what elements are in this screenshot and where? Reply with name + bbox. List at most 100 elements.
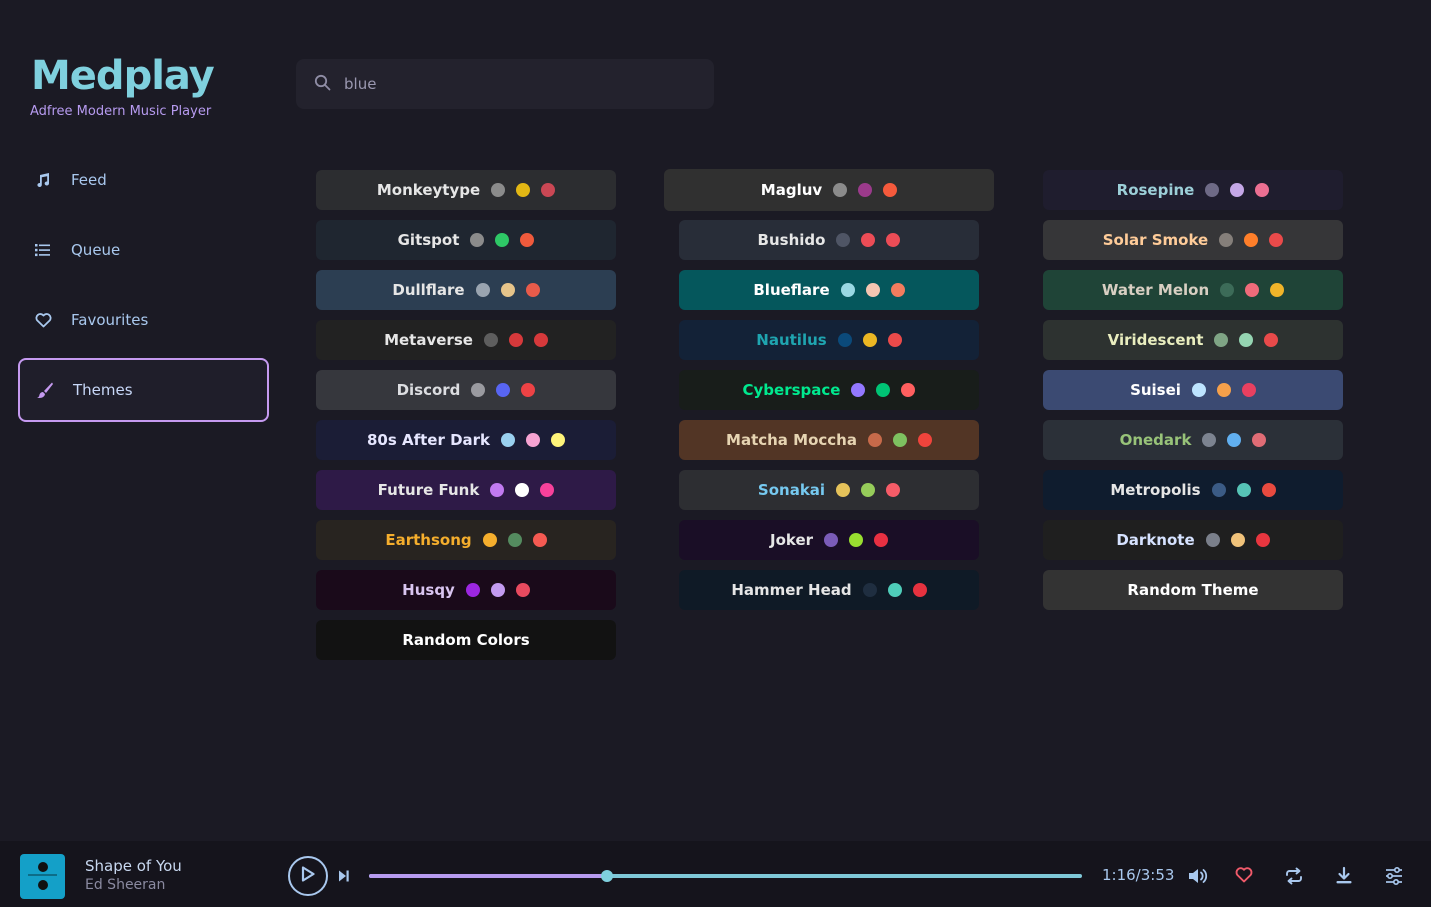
theme-label: Metropolis <box>1110 481 1201 499</box>
favourite-button[interactable] <box>1235 866 1253 888</box>
color-swatch <box>858 183 873 197</box>
sidebar-item-themes[interactable]: Themes <box>18 358 269 422</box>
sidebar-item-feed[interactable]: Feed <box>18 148 269 212</box>
theme-option[interactable]: Husqy <box>316 570 616 610</box>
theme-label: Discord <box>396 381 461 399</box>
theme-option[interactable]: Sonakai <box>679 470 979 510</box>
theme-option[interactable]: Nautilus <box>679 320 979 360</box>
theme-option[interactable]: Random Colors <box>316 620 616 660</box>
color-swatch <box>887 333 902 347</box>
color-swatch <box>1269 233 1284 247</box>
theme-option[interactable]: Metaverse <box>316 320 616 360</box>
album-cover[interactable] <box>20 854 65 899</box>
theme-option[interactable]: Darknote <box>1043 520 1343 560</box>
sidebar-item-favourites[interactable]: Favourites <box>18 288 269 352</box>
sidebar-item-label: Queue <box>71 241 121 259</box>
theme-label: Hammer Head <box>731 581 852 599</box>
song-artist: Ed Sheeran <box>85 877 166 893</box>
color-swatch <box>516 183 531 197</box>
theme-option[interactable]: Future Funk <box>316 470 616 510</box>
progress-handle[interactable] <box>601 870 614 882</box>
color-swatch <box>851 383 866 397</box>
color-swatch <box>861 483 876 497</box>
color-swatch <box>833 183 848 197</box>
theme-option[interactable]: Discord <box>316 370 616 410</box>
color-swatch <box>887 583 902 597</box>
color-swatch <box>824 533 839 547</box>
color-swatch <box>837 333 852 347</box>
theme-option[interactable]: Gitspot <box>316 220 616 260</box>
progress-slider[interactable] <box>369 870 1082 882</box>
theme-option[interactable]: Joker <box>679 520 979 560</box>
color-swatch <box>521 383 536 397</box>
color-swatch <box>890 283 905 297</box>
play-button[interactable] <box>288 856 328 896</box>
theme-option[interactable]: Matcha Moccha <box>679 420 979 460</box>
color-swatch <box>901 383 916 397</box>
color-swatch <box>912 583 927 597</box>
theme-option[interactable]: Onedark <box>1043 420 1343 460</box>
sidebar-item-label: Feed <box>71 171 107 189</box>
theme-column-2: Magluv Bushido Blueflare Nautilus Cyberspace… <box>664 169 994 620</box>
color-swatch <box>515 583 530 597</box>
theme-label: Rosepine <box>1116 181 1195 199</box>
color-swatch <box>836 483 851 497</box>
theme-option[interactable]: Random Theme <box>1043 570 1343 610</box>
theme-option[interactable]: Cyberspace <box>679 370 979 410</box>
theme-column-3: Rosepine Solar Smoke Water Melon Viridescen… <box>1043 170 1343 620</box>
color-swatch <box>551 433 566 447</box>
theme-option[interactable]: Blueflare <box>679 270 979 310</box>
song-title: Shape of You <box>85 857 182 875</box>
sidebar-item-queue[interactable]: Queue <box>18 218 269 282</box>
color-swatch <box>865 283 880 297</box>
theme-option[interactable]: Monkeytype <box>316 170 616 210</box>
color-swatch <box>883 183 898 197</box>
theme-option[interactable]: Solar Smoke <box>1043 220 1343 260</box>
sliders-icon <box>1384 866 1404 890</box>
theme-option[interactable]: Dullflare <box>316 270 616 310</box>
theme-option[interactable]: Earthsong <box>316 520 616 560</box>
color-swatch <box>1255 533 1270 547</box>
theme-option[interactable]: Hammer Head <box>679 570 979 610</box>
theme-option[interactable]: Magluv <box>664 169 994 211</box>
color-swatch <box>507 533 522 547</box>
theme-label: Sonakai <box>757 481 826 499</box>
repeat-button[interactable] <box>1284 866 1304 890</box>
theme-option[interactable]: Suisei <box>1043 370 1343 410</box>
color-swatch <box>490 583 505 597</box>
color-swatch <box>490 483 505 497</box>
theme-label: Earthsong <box>385 531 472 549</box>
list-icon <box>34 241 52 259</box>
theme-label: Random Colors <box>402 631 530 649</box>
theme-label: Water Melon <box>1101 281 1210 299</box>
settings-button[interactable] <box>1384 866 1404 890</box>
color-swatch <box>917 433 932 447</box>
theme-option[interactable]: Viridescent <box>1043 320 1343 360</box>
search-bar[interactable] <box>296 59 714 109</box>
volume-button[interactable] <box>1187 866 1211 890</box>
progress-fill <box>369 874 608 878</box>
color-swatch <box>1270 283 1285 297</box>
playback-time: 1:16/3:53 <box>1102 866 1175 884</box>
theme-label: Blueflare <box>753 281 830 299</box>
color-swatch <box>874 533 889 547</box>
theme-label: Onedark <box>1119 431 1192 449</box>
theme-option[interactable]: Bushido <box>679 220 979 260</box>
theme-option[interactable]: Rosepine <box>1043 170 1343 210</box>
app-logo[interactable]: Medplay <box>31 52 215 100</box>
theme-option[interactable]: Water Melon <box>1043 270 1343 310</box>
app-tagline: Adfree Modern Music Player <box>30 104 212 119</box>
next-button[interactable] <box>337 868 350 887</box>
search-input[interactable] <box>344 75 674 93</box>
theme-label: Darknote <box>1116 531 1195 549</box>
theme-label: Joker <box>769 531 814 549</box>
color-swatch <box>1230 533 1245 547</box>
theme-label: Solar Smoke <box>1102 231 1209 249</box>
color-swatch <box>840 283 855 297</box>
theme-option[interactable]: Metropolis <box>1043 470 1343 510</box>
volume-icon <box>1187 869 1211 890</box>
download-button[interactable] <box>1334 866 1354 890</box>
color-swatch <box>1264 333 1279 347</box>
theme-label: Cyberspace <box>742 381 841 399</box>
theme-option[interactable]: 80s After Dark <box>316 420 616 460</box>
